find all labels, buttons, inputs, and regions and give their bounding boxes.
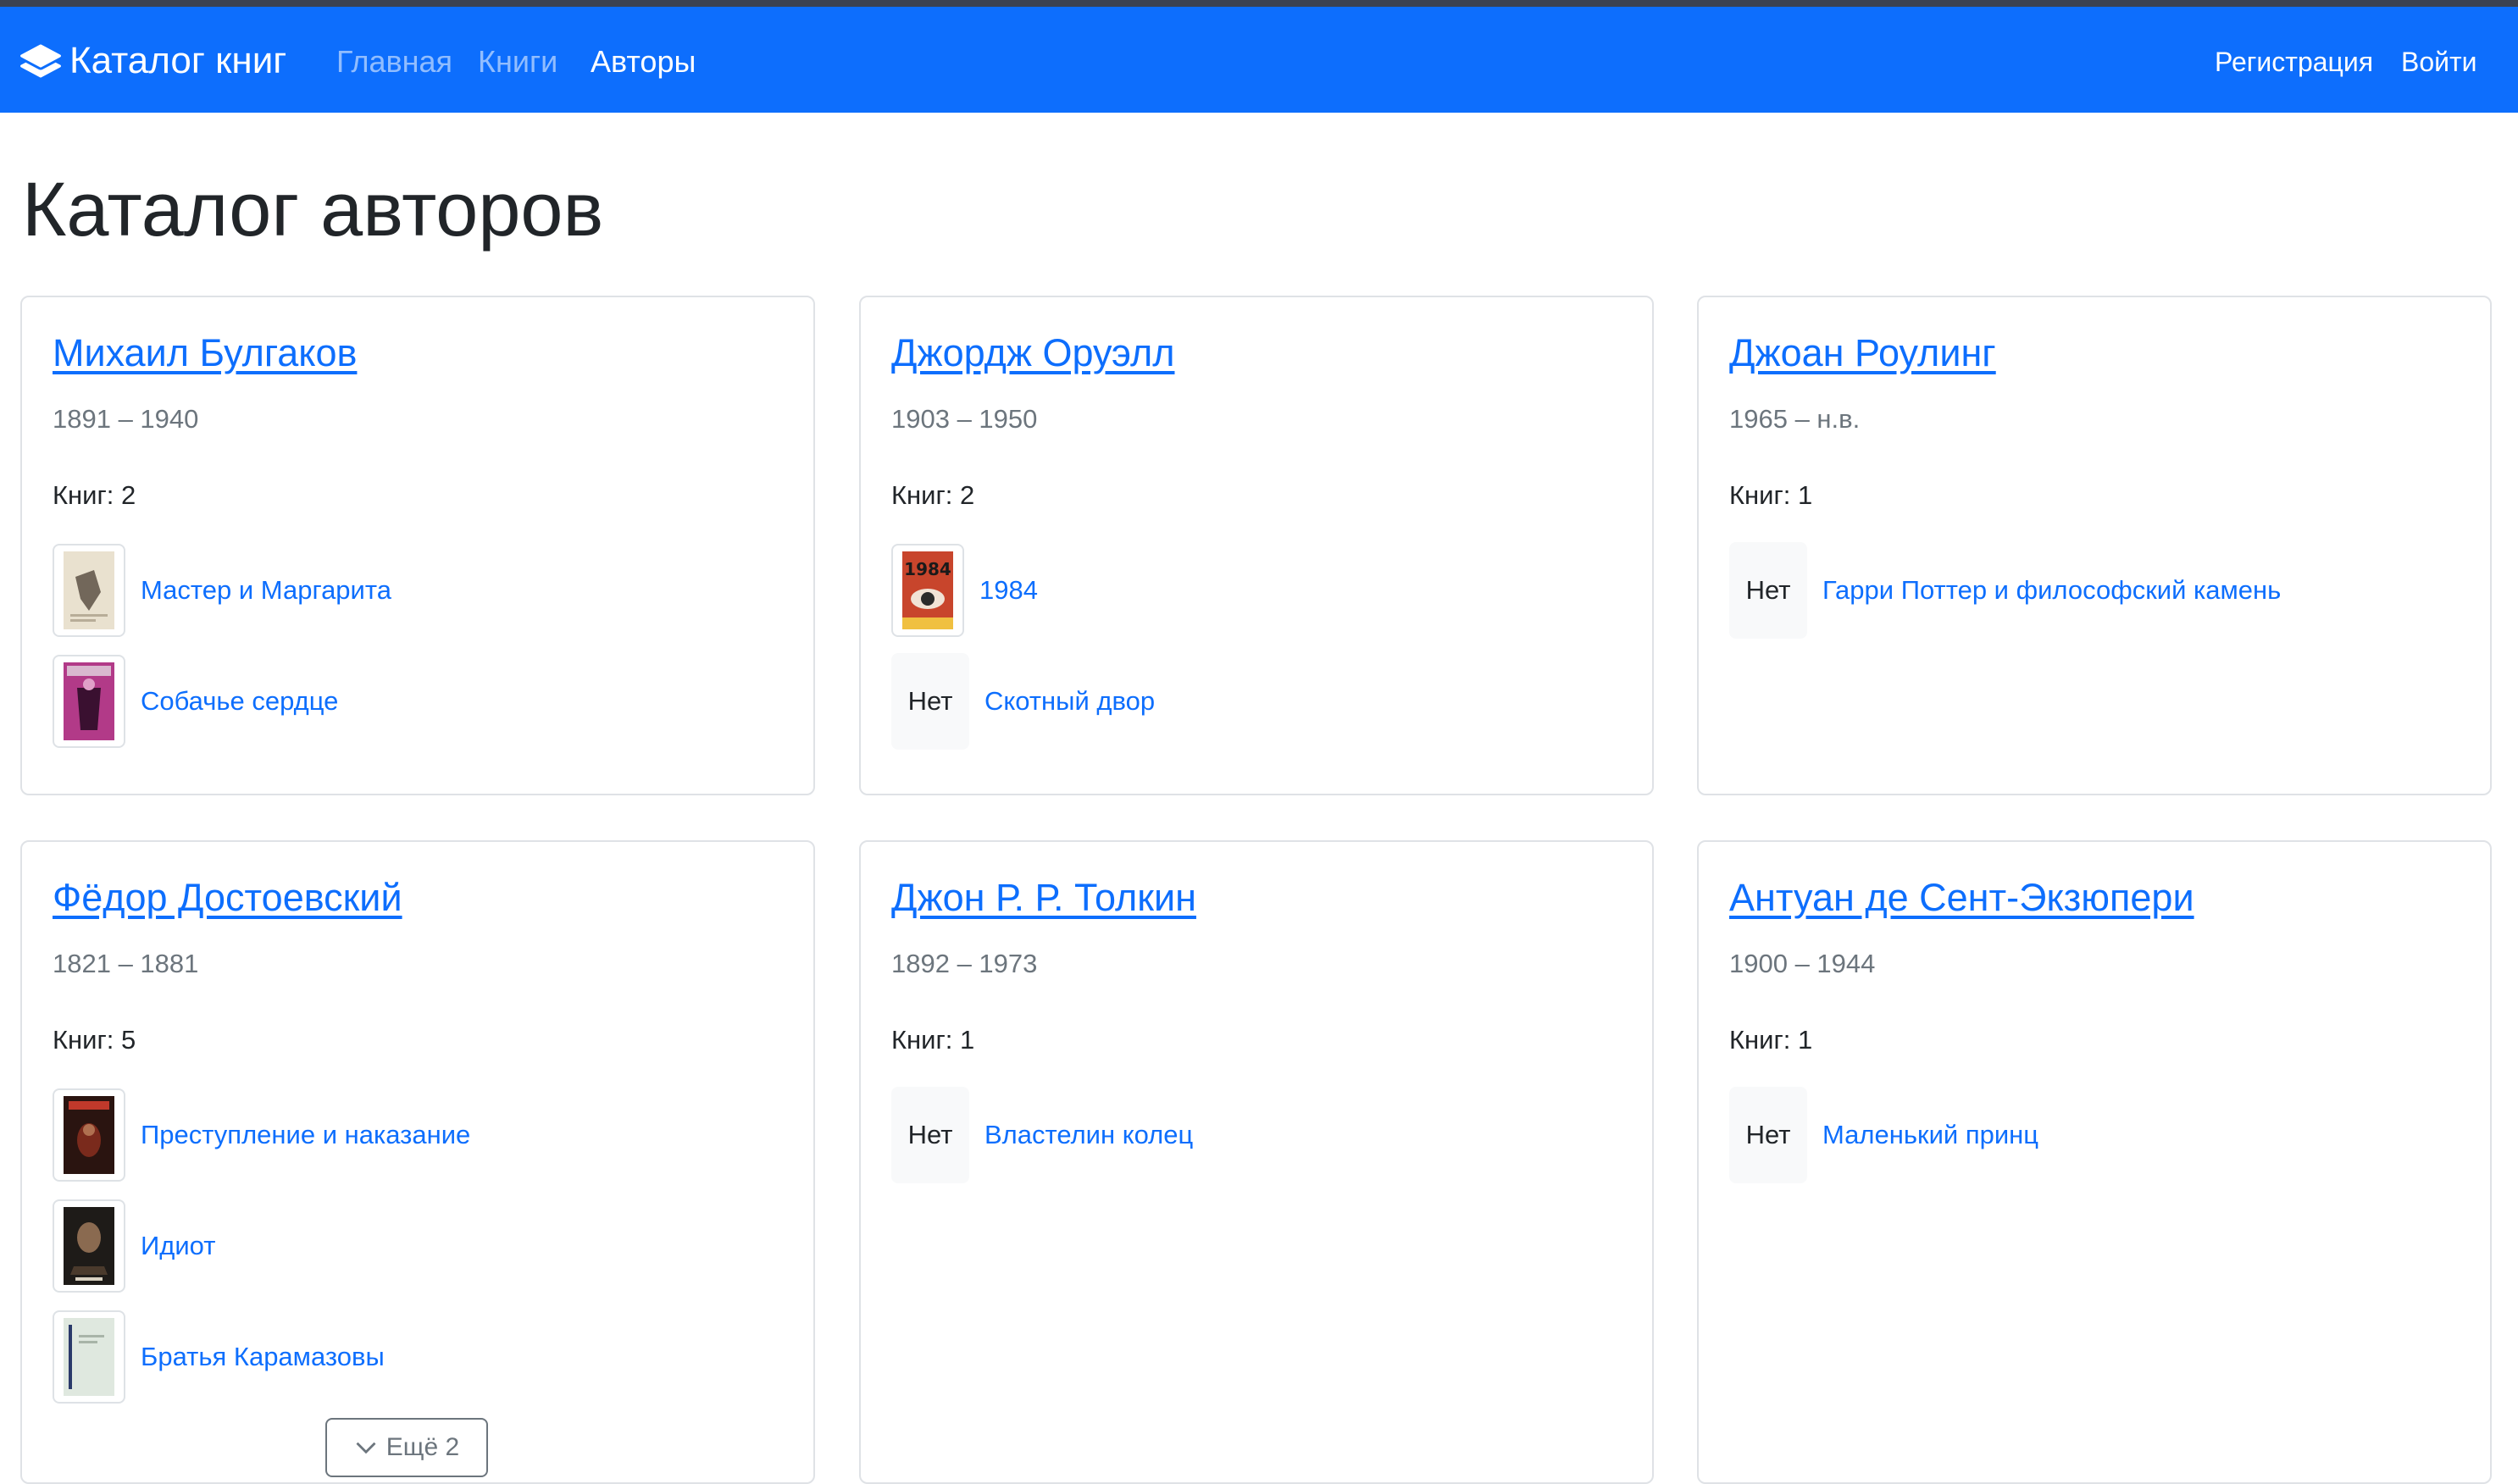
book-cover-image[interactable] — [53, 1088, 125, 1182]
book-item: Нет Маленький принц — [1729, 1087, 2038, 1183]
books-count: Книг: 5 — [53, 1025, 136, 1055]
book-item: Нет Властелин колец — [891, 1087, 1193, 1183]
author-years: 1900 – 1944 — [1729, 949, 1876, 978]
author-name-link[interactable]: Джоан Роулинг — [1729, 331, 1996, 375]
book-item: Собачье сердце — [53, 653, 338, 750]
author-card: Фёдор Достоевский 1821 – 1881 Книг: 5 Пр… — [20, 840, 815, 1484]
no-cover-placeholder: Нет — [891, 1087, 969, 1183]
login-link[interactable]: Войти — [2401, 41, 2477, 83]
register-link[interactable]: Регистрация — [2215, 41, 2373, 83]
author-name-link[interactable]: Фёдор Достоевский — [53, 876, 402, 920]
book-title-link[interactable]: Скотный двор — [984, 686, 1155, 717]
book-cover-image[interactable] — [53, 655, 125, 748]
book-item: Преступление и наказание — [53, 1087, 470, 1183]
author-years: 1903 – 1950 — [891, 404, 1038, 434]
book-cover-image[interactable] — [53, 544, 125, 637]
author-name-link[interactable]: Антуан де Сент-Экзюпери — [1729, 876, 2194, 920]
author-years: 1821 – 1881 — [53, 949, 199, 978]
book-title-link[interactable]: Преступление и наказание — [141, 1120, 470, 1150]
chevron-down-icon — [356, 1442, 376, 1454]
book-cover-image[interactable] — [53, 1199, 125, 1293]
author-card: Михаил Булгаков 1891 – 1940 Книг: 2 Маст… — [20, 296, 815, 795]
author-card: Джон Р. Р. Толкин 1892 – 1973 Книг: 1 Не… — [859, 840, 1654, 1484]
page-title: Каталог авторов — [22, 168, 604, 252]
book-cover-image[interactable]: 1984 — [891, 544, 964, 637]
books-count: Книг: 1 — [1729, 1025, 1813, 1055]
book-item: Нет Гарри Поттер и философский камень — [1729, 542, 2281, 639]
books-count: Книг: 2 — [53, 480, 136, 510]
books-count: Книг: 2 — [891, 480, 975, 510]
navbar: Каталог книг Главная Книги Авторы Регист… — [0, 7, 2518, 113]
no-cover-placeholder: Нет — [891, 653, 969, 750]
layers-icon — [20, 44, 61, 78]
book-title-link[interactable]: Братья Карамазовы — [141, 1342, 385, 1372]
show-more-books-button[interactable]: Ещё 2 — [325, 1418, 488, 1477]
book-title-link[interactable]: Собачье сердце — [141, 686, 338, 717]
author-years: 1891 – 1940 — [53, 404, 199, 434]
books-count: Книг: 1 — [891, 1025, 975, 1055]
author-name-link[interactable]: Джордж Оруэлл — [891, 331, 1174, 375]
book-title-link[interactable]: Идиот — [141, 1231, 215, 1261]
book-title-link[interactable]: 1984 — [979, 575, 1038, 606]
books-count: Книг: 1 — [1729, 480, 1813, 510]
nav-link-home[interactable]: Главная — [336, 41, 452, 83]
book-item: 1984 1984 — [891, 542, 1038, 639]
brand-link[interactable]: Каталог книг — [20, 37, 286, 85]
no-cover-placeholder: Нет — [1729, 542, 1807, 639]
author-name-link[interactable]: Михаил Булгаков — [53, 331, 357, 375]
book-cover-image[interactable] — [53, 1310, 125, 1404]
book-item: Идиот — [53, 1198, 215, 1294]
author-name-link[interactable]: Джон Р. Р. Толкин — [891, 876, 1196, 920]
author-card: Джоан Роулинг 1965 – н.в. Книг: 1 Нет Га… — [1697, 296, 2492, 795]
author-years: 1965 – н.в. — [1729, 404, 1861, 434]
book-item: Нет Скотный двор — [891, 653, 1155, 750]
book-title-link[interactable]: Маленький принц — [1822, 1120, 2038, 1150]
nav-link-authors[interactable]: Авторы — [591, 41, 696, 83]
nav-link-books[interactable]: Книги — [478, 41, 557, 83]
book-item: Мастер и Маргарита — [53, 542, 391, 639]
show-more-label: Ещё 2 — [385, 1433, 460, 1461]
window-top-border — [0, 0, 2518, 7]
book-title-link[interactable]: Властелин колец — [984, 1120, 1193, 1150]
author-card: Антуан де Сент-Экзюпери 1900 – 1944 Книг… — [1697, 840, 2492, 1484]
book-title-link[interactable]: Мастер и Маргарита — [141, 575, 391, 606]
cover-title-text: 1984 — [904, 559, 951, 579]
no-cover-placeholder: Нет — [1729, 1087, 1807, 1183]
brand-label: Каталог книг — [69, 40, 287, 81]
book-title-link[interactable]: Гарри Поттер и философский камень — [1822, 575, 2281, 606]
author-card: Джордж Оруэлл 1903 – 1950 Книг: 2 1984 1… — [859, 296, 1654, 795]
author-years: 1892 – 1973 — [891, 949, 1038, 978]
book-item: Братья Карамазовы — [53, 1309, 385, 1405]
